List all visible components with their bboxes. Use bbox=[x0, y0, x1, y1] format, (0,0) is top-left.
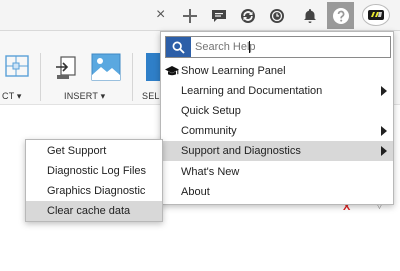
menu-item-show-learning-panel[interactable]: Show Learning Panel bbox=[161, 61, 393, 81]
select-icon[interactable] bbox=[146, 53, 160, 81]
menu-item-label: Learning and Documentation bbox=[181, 85, 323, 97]
clock-icon[interactable] bbox=[265, 4, 288, 27]
insert-image-icon[interactable] bbox=[91, 53, 121, 81]
menu-item-label: Community bbox=[181, 125, 237, 137]
chat-icon[interactable] bbox=[207, 4, 230, 27]
menu-item-label: About bbox=[181, 186, 210, 198]
menu-item-label: Show Learning Panel bbox=[181, 65, 286, 77]
submenu-item-graphics-diagnostic[interactable]: Graphics Diagnostic bbox=[26, 181, 162, 201]
menu-item-community[interactable]: Community bbox=[161, 121, 393, 141]
menu-item-quick-setup[interactable]: Quick Setup bbox=[161, 101, 393, 121]
search-icon[interactable] bbox=[166, 37, 191, 57]
menu-item-support-and-diagnostics[interactable]: Support and Diagnostics bbox=[161, 141, 393, 161]
menu-item-whats-new[interactable]: What's New bbox=[161, 162, 393, 182]
tab-close-icon[interactable]: × bbox=[156, 7, 165, 23]
submenu-arrow-icon bbox=[381, 126, 387, 136]
menu-item-about[interactable]: About bbox=[161, 182, 393, 202]
new-tab-plus-icon[interactable] bbox=[178, 4, 201, 27]
submenu-item-clear-cache-data[interactable]: Clear cache data bbox=[26, 201, 162, 221]
top-toolbar: × bbox=[0, 0, 400, 31]
help-button[interactable] bbox=[327, 2, 354, 29]
insert-icon[interactable] bbox=[53, 55, 79, 81]
help-search-input[interactable] bbox=[195, 37, 385, 57]
menu-item-label: Quick Setup bbox=[181, 105, 241, 117]
submenu-item-label: Graphics Diagnostic bbox=[47, 185, 146, 197]
ribbon-divider bbox=[40, 53, 41, 101]
help-search-box bbox=[165, 36, 391, 58]
sync-icon[interactable] bbox=[236, 4, 259, 27]
help-menu: Show Learning Panel Learning and Documen… bbox=[160, 31, 394, 205]
submenu-item-label: Get Support bbox=[47, 145, 107, 157]
help-icon bbox=[332, 7, 349, 24]
graduation-cap-icon bbox=[165, 66, 179, 76]
ribbon-group-label-insert[interactable]: INSERT ▾ bbox=[64, 91, 105, 102]
menu-item-label: Support and Diagnostics bbox=[181, 145, 301, 157]
menu-item-learning-and-documentation[interactable]: Learning and Documentation bbox=[161, 81, 393, 101]
text-caret bbox=[249, 41, 250, 53]
ribbon-group-label-select[interactable]: SEL bbox=[142, 91, 160, 101]
submenu-arrow-icon bbox=[381, 86, 387, 96]
submenu-item-label: Diagnostic Log Files bbox=[47, 165, 147, 177]
select-box-icon[interactable] bbox=[4, 53, 30, 79]
submenu-item-get-support[interactable]: Get Support bbox=[26, 141, 162, 161]
menu-item-label: What's New bbox=[181, 166, 240, 178]
ribbon-group-label-create[interactable]: CT ▾ bbox=[2, 91, 22, 102]
ribbon-divider bbox=[132, 53, 133, 101]
submenu-arrow-icon bbox=[381, 146, 387, 156]
support-diagnostics-submenu: Get Support Diagnostic Log Files Graphic… bbox=[25, 139, 163, 222]
bell-icon[interactable] bbox=[298, 4, 321, 27]
submenu-item-label: Clear cache data bbox=[47, 205, 131, 217]
user-avatar[interactable] bbox=[361, 3, 391, 27]
submenu-item-diagnostic-log-files[interactable]: Diagnostic Log Files bbox=[26, 161, 162, 181]
